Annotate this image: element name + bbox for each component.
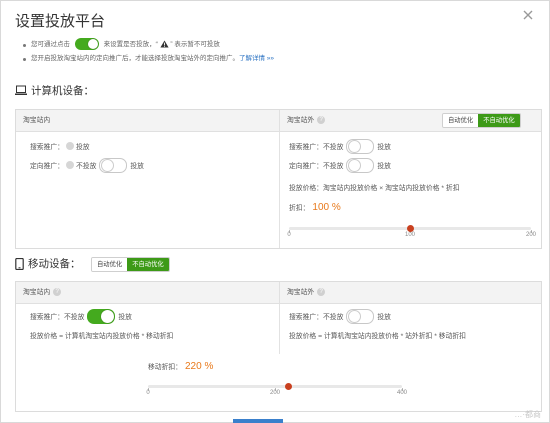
tips-list: 您可通过点击 来设置是否投放，“ ” 表示暂不可投放 您开启投放淘宝站内的定向推… [23, 38, 274, 66]
mobile-inner-search-toggle[interactable] [87, 308, 116, 324]
tip-link-line: 您开启投放淘宝站内的定向推广后，才能选择投放淘宝站外的定向推广。了解详情 »» [23, 52, 274, 66]
pc-slider-max: 200 [525, 232, 537, 238]
help-icon[interactable] [317, 116, 326, 125]
mobile-outer-search-toggle[interactable] [346, 308, 375, 324]
mobile-section-title: 移动设备： [28, 258, 81, 270]
pc-discount-slider[interactable]: 0 100 200 [287, 222, 536, 242]
pc-outer-target-on-label: 投放 [377, 163, 391, 170]
mobile-section-head: 移动设备： [15, 256, 81, 271]
tip-icon-text: ” 表示暂不可投放 [170, 41, 220, 48]
phone-icon [15, 257, 24, 270]
mobile-discount-slider[interactable]: 0 200 400 [146, 380, 407, 400]
warning-icon [160, 40, 169, 48]
mobile-inner-price-label: 投放价格 = [30, 333, 64, 340]
mobile-outer-price-row: 投放价格 = 计算机淘宝站内投放价格 * 站外折扣 * 移动折扣 [289, 327, 466, 343]
mobile-inner-search-on-label: 投放 [118, 314, 132, 321]
pc-outer-target-row: 定向推广： 不投放 投放 [289, 157, 391, 173]
close-icon[interactable] [521, 8, 535, 22]
pc-slider-mid: 100 [404, 232, 416, 238]
mobile-inner-header-text: 淘宝站内 [23, 289, 51, 296]
pc-inner-target-on-label: 投放 [130, 163, 144, 170]
pc-outer-search-on-label: 投放 [377, 144, 391, 151]
platform-dialog: 设置投放平台 您可通过点击 来设置是否投放，“ ” 表示暂不可投放 您开启投放淘… [0, 0, 550, 423]
mobile-outer-header: 淘宝站外 [279, 282, 541, 304]
pc-section-title: 计算机设备： [31, 85, 94, 97]
mobile-inner-price-row: 投放价格 = 计算机淘宝站内投放价格 * 移动折扣 [30, 327, 173, 343]
mobile-outer-search-label: 搜索推广： [289, 314, 323, 321]
pc-outer-header-text: 淘宝站外 [287, 117, 315, 124]
tip-text: 您开启投放淘宝站内的定向推广后，才能选择投放淘宝站外的定向推广。 [31, 55, 239, 62]
mobile-outer-price-formula: 计算机淘宝站内投放价格 * 站外折扣 * 移动折扣 [323, 333, 466, 340]
pc-inner-search-label: 搜索推广： [30, 144, 64, 151]
mobile-slider-max: 400 [396, 390, 408, 396]
tip-text-before: 您可通过点击 [31, 41, 70, 48]
mobile-slider-mid: 200 [269, 390, 281, 396]
pc-inner-target-row: 定向推广： 不投放 投放 [30, 157, 144, 173]
pc-manual-optimize-button[interactable]: 不自动优化 [478, 114, 520, 127]
pc-inner-target-toggle[interactable] [99, 157, 128, 173]
mobile-discount-value: 220 % [184, 360, 214, 372]
mobile-inner-search-off-label: 不投放 [63, 314, 85, 321]
pc-section-head: 计算机设备： [15, 83, 94, 98]
mobile-outer-header-text: 淘宝站外 [287, 289, 315, 296]
pc-outer-target-off-label: 不投放 [322, 163, 344, 170]
mobile-slider-min: 0 [146, 390, 150, 396]
help-icon[interactable] [317, 288, 326, 297]
mobile-outer-search-off-label: 不投放 [322, 314, 344, 321]
mobile-outer-search-on-label: 投放 [377, 314, 391, 321]
mobile-outer-search-row: 搜索推广： 不投放 投放 [289, 308, 391, 324]
pc-auto-optimize-button[interactable]: 自动优化 [443, 114, 479, 127]
mobile-inner-header: 淘宝站内 [16, 282, 279, 304]
pc-inner-search-disabled-icon [65, 142, 74, 150]
mobile-discount-label: 移动折扣： [148, 364, 182, 371]
pc-divider [279, 132, 280, 248]
mobile-divider [279, 304, 280, 354]
tip-text-after: 来设置是否投放，“ [103, 41, 158, 48]
pc-outer-search-label: 搜索推广： [289, 144, 323, 151]
pc-outer-price-row: 投放价格： 淘宝站内投放价格 × 淘宝站内投放价格 * 折扣 [289, 179, 460, 195]
pc-inner-target-disabled-icon [65, 161, 74, 169]
pc-slider-thumb[interactable] [407, 225, 414, 232]
pc-inner-search-row: 搜索推广： 投放 [30, 138, 90, 154]
mobile-inner-price-formula: 计算机淘宝站内投放价格 * 移动折扣 [64, 333, 174, 340]
pc-outer-search-row: 搜索推广： 不投放 投放 [289, 138, 391, 154]
mobile-outer-price-label: 投放价格 = [289, 333, 323, 340]
pc-panel: 淘宝站内 淘宝站外 自动优化 不自动优化 搜索推广： 投放 定向推广： 不投放 … [15, 109, 542, 249]
pc-outer-target-label: 定向推广： [289, 163, 323, 170]
pc-outer-target-toggle[interactable] [346, 157, 375, 173]
pc-optimize-switch: 自动优化 不自动优化 [442, 113, 521, 128]
pc-discount-value: 100 % [312, 201, 341, 213]
mobile-slider-thumb[interactable] [284, 383, 292, 390]
pc-inner-search-value: 投放 [75, 144, 90, 151]
pc-slider-min: 0 [287, 232, 291, 238]
pc-inner-header-text: 淘宝站内 [23, 117, 51, 124]
mobile-panel: 淘宝站内 淘宝站外 搜索推广： 不投放 投放 投放价格 = 计算机淘宝站内投放价… [15, 281, 542, 412]
mobile-inner-search-row: 搜索推广： 不投放 投放 [30, 308, 132, 324]
help-icon[interactable] [53, 288, 62, 297]
watermark: …·都商 [514, 410, 541, 419]
dialog-title: 设置投放平台 [15, 13, 106, 30]
pc-discount-label: 折扣： [289, 205, 310, 212]
pc-outer-search-toggle[interactable] [346, 138, 375, 154]
mobile-auto-optimize-button[interactable]: 自动优化 [92, 258, 128, 271]
pc-inner-target-off-label: 不投放 [75, 163, 97, 170]
mobile-inner-search-label: 搜索推广： [30, 314, 64, 321]
pc-inner-target-label: 定向推广： [30, 163, 64, 170]
pc-discount-row: 折扣： 100 % [289, 199, 341, 215]
mobile-manual-optimize-button[interactable]: 不自动优化 [127, 258, 169, 271]
confirm-button[interactable] [233, 419, 283, 423]
pc-outer-price-formula: 淘宝站内投放价格 × 淘宝站内投放价格 * 折扣 [322, 185, 460, 192]
tip-toggle: 您可通过点击 来设置是否投放，“ ” 表示暂不可投放 [23, 38, 274, 52]
mobile-optimize-switch: 自动优化 不自动优化 [91, 257, 170, 272]
mobile-discount-row: 移动折扣： 220 % [148, 358, 213, 374]
learn-more-link[interactable]: 了解详情 »» [239, 55, 274, 62]
computer-icon [15, 85, 27, 95]
pc-outer-price-label: 投放价格： [289, 185, 323, 192]
pc-inner-header: 淘宝站内 [16, 110, 279, 132]
toggle-example [74, 38, 99, 51]
pc-outer-search-off-label: 不投放 [322, 144, 344, 151]
